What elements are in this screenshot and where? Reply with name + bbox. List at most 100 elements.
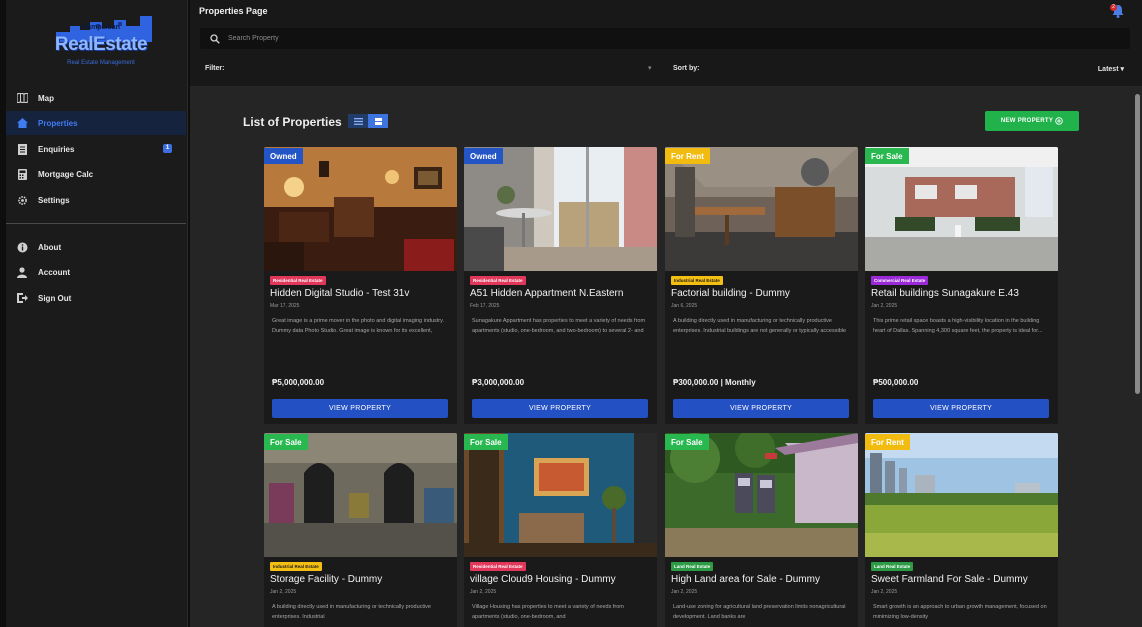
sidebar-item-label: Enquiries — [38, 144, 75, 154]
brand-logo[interactable]: Hampaloan RealEstate Real Estate Managem… — [42, 14, 160, 72]
new-property-label: NEW PROPERTY — [1000, 118, 1054, 124]
property-description: Great image is a prime mover in the phot… — [272, 318, 445, 334]
property-description: Village Housing has properties to meet a… — [472, 604, 624, 620]
sidebar-item-label: Settings — [38, 195, 70, 205]
category-badge: Commercial Real Estate — [871, 276, 929, 285]
property-price: ₱500,000.00 — [873, 378, 919, 387]
home-icon — [16, 117, 28, 129]
property-price: ₱5,000,000.00 — [272, 378, 325, 387]
sidebar-item-sign-out[interactable]: Sign Out — [6, 286, 186, 310]
property-image — [264, 147, 457, 271]
sidebar-item-label: Properties — [38, 118, 78, 128]
sidebar-item-properties[interactable]: Properties — [6, 111, 186, 135]
brand-name: RealEstate — [54, 34, 148, 55]
property-description: Land-use zoning for agricultural land pr… — [673, 604, 846, 620]
category-badge: Land Real Estate — [871, 562, 914, 571]
view-property-button[interactable]: VIEW PROPERTY — [673, 399, 849, 418]
sort-label: Sort by: — [673, 65, 700, 72]
property-date: Jan 2, 2025 — [470, 589, 497, 595]
sidebar-item-label: Sign Out — [38, 293, 72, 303]
property-date: Jan 2, 2025 — [671, 589, 698, 595]
top-header: Properties Page 2 Filter: ▾ Sort by: Lat… — [190, 0, 1142, 86]
property-list-area: List of Properties NEW PROPERTY Owned Re… — [190, 86, 1142, 627]
property-description: Smart growth is an approach to urban gro… — [873, 604, 1047, 620]
grid-view-button[interactable] — [368, 114, 388, 128]
grid-icon — [374, 117, 382, 125]
add-circle-icon — [1055, 117, 1063, 125]
status-badge: For Rent — [865, 434, 910, 450]
category-badge: Residential Real Estate — [270, 276, 326, 285]
property-description: A building directly used in manufacturin… — [673, 318, 847, 334]
status-badge: For Sale — [264, 434, 308, 450]
map-icon — [16, 92, 28, 104]
property-title: High Land area for Sale - Dummy — [671, 574, 820, 585]
view-toggle — [348, 114, 388, 128]
sidebar-item-settings[interactable]: Settings — [6, 188, 186, 212]
property-image — [264, 433, 457, 557]
page-title: Properties Page — [199, 6, 268, 16]
notification-button[interactable]: 2 — [1110, 3, 1126, 19]
filter-select[interactable]: Filter: — [205, 65, 224, 72]
property-description: Sunagakure Appartment has properties to … — [472, 318, 646, 334]
property-date: Jan 2, 2025 — [270, 589, 297, 595]
sidebar: Hampaloan RealEstate Real Estate Managem… — [6, 0, 188, 627]
list-icon — [353, 117, 363, 125]
enquiries-count-badge: 1 — [163, 144, 172, 153]
sidebar-item-label: About — [38, 242, 62, 252]
property-image — [865, 147, 1058, 271]
chevron-down-icon[interactable]: ▾ — [648, 64, 652, 72]
property-card: For Sale Residential Real Estate village… — [464, 433, 657, 627]
property-card: For Sale Land Real Estate High Land area… — [665, 433, 858, 627]
search-input[interactable] — [228, 35, 828, 42]
category-badge: Industrial Real Estate — [671, 276, 723, 285]
property-date: Jan 2, 2025 — [871, 303, 898, 309]
sidebar-item-label: Mortgage Calc — [38, 169, 94, 179]
property-title: Factorial building - Dummy — [671, 288, 790, 299]
property-card: For Sale Industrial Real Estate Storage … — [264, 433, 457, 627]
property-date: Feb 17, 2025 — [470, 303, 500, 309]
document-icon — [16, 143, 28, 155]
info-icon — [16, 241, 28, 253]
brand-tagline: Real Estate Management — [67, 60, 135, 66]
list-view-button[interactable] — [348, 114, 368, 128]
sidebar-item-enquiries[interactable]: Enquiries 1 — [6, 137, 186, 161]
property-image — [865, 433, 1058, 557]
scrollbar[interactable] — [1135, 94, 1140, 394]
view-property-button[interactable]: VIEW PROPERTY — [873, 399, 1049, 418]
app-root: Hampaloan RealEstate Real Estate Managem… — [0, 0, 1142, 627]
sort-select[interactable]: Latest ▾ — [1098, 65, 1124, 73]
sidebar-item-about[interactable]: About — [6, 235, 186, 259]
chevron-down-icon: ▾ — [1120, 66, 1124, 73]
property-title: village Cloud9 Housing - Dummy — [470, 574, 616, 585]
status-badge: For Sale — [665, 434, 709, 450]
calculator-icon — [16, 168, 28, 180]
category-badge: Industrial Real Estate — [270, 562, 322, 571]
property-card: For Rent Industrial Real Estate Factoria… — [665, 147, 858, 424]
property-date: Jan 6, 2025 — [671, 303, 698, 309]
property-card: For Sale Commercial Real Estate Retail b… — [865, 147, 1058, 424]
category-badge: Residential Real Estate — [470, 562, 526, 571]
property-image — [464, 433, 657, 557]
status-badge: Owned — [264, 148, 303, 164]
property-description: A building directly used in manufacturin… — [272, 604, 431, 620]
property-image — [464, 147, 657, 271]
sidebar-divider — [6, 223, 186, 224]
view-property-button[interactable]: VIEW PROPERTY — [272, 399, 448, 418]
status-badge: For Sale — [464, 434, 508, 450]
property-card: Owned Residential Real Estate A51 Hidden… — [464, 147, 657, 424]
view-property-button[interactable]: VIEW PROPERTY — [472, 399, 648, 418]
user-icon — [16, 266, 28, 278]
sidebar-item-mortgage-calc[interactable]: Mortgage Calc — [6, 162, 186, 186]
sidebar-item-label: Map — [38, 93, 54, 103]
property-image — [665, 147, 858, 271]
logout-icon — [16, 292, 28, 304]
property-title: A51 Hidden Appartment N.Eastern — [470, 288, 624, 299]
property-card: Owned Residential Real Estate Hidden Dig… — [264, 147, 457, 424]
notification-count-badge: 2 — [1110, 4, 1117, 11]
new-property-button[interactable]: NEW PROPERTY — [985, 111, 1079, 131]
sidebar-item-map[interactable]: Map — [6, 86, 186, 110]
sidebar-item-account[interactable]: Account — [6, 260, 186, 284]
status-badge: For Rent — [665, 148, 710, 164]
property-date: Jan 2, 2025 — [871, 589, 898, 595]
property-price: ₱3,000,000.00 — [472, 378, 525, 387]
